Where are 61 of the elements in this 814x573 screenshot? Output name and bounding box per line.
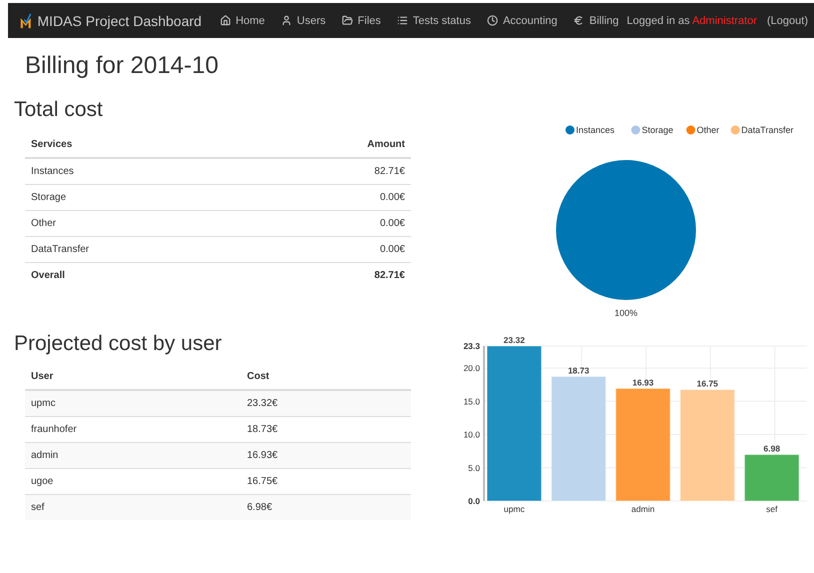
page-title: Billing for 2014-10 bbox=[25, 52, 220, 80]
brand-title[interactable]: MIDAS Project Dashboard bbox=[37, 12, 202, 28]
table-cell: admin bbox=[25, 442, 241, 468]
section-heading: Total cost bbox=[14, 98, 103, 122]
table-cell: 23.32€ bbox=[241, 390, 411, 416]
table-cell: upmc bbox=[25, 390, 241, 416]
legend-dot[interactable] bbox=[730, 126, 740, 134]
x-tick-label: upmc bbox=[504, 504, 525, 514]
user-link[interactable]: Administrator bbox=[692, 14, 758, 26]
nav-link[interactable]: Files bbox=[334, 3, 389, 38]
bar-value-label: 23.32 bbox=[504, 335, 525, 345]
bar-value-label: 16.93 bbox=[632, 377, 654, 388]
y-tick-label: 10.0 bbox=[463, 430, 480, 440]
table-cell: Other bbox=[25, 210, 251, 236]
table-cell: 82.71€ bbox=[250, 262, 411, 288]
y-tick-label: 0.0 bbox=[468, 496, 480, 506]
column-header: Amount bbox=[250, 132, 411, 158]
y-tick-label: 15.0 bbox=[463, 396, 480, 406]
section-heading: Projected cost by user bbox=[14, 332, 222, 356]
bar bbox=[744, 454, 800, 502]
nav-link[interactable]: Users bbox=[272, 3, 334, 38]
legend-dot[interactable] bbox=[566, 126, 574, 134]
legend-dot[interactable] bbox=[686, 126, 696, 134]
column-header: Services bbox=[25, 132, 251, 158]
y-tick-label: 5.0 bbox=[468, 462, 480, 473]
legend-label[interactable]: Other bbox=[696, 125, 720, 135]
bar-value-label: 18.73 bbox=[568, 366, 590, 376]
nav-link[interactable]: Home bbox=[212, 3, 273, 38]
table-cell: Overall bbox=[25, 262, 251, 288]
table-cell: DataTransfer bbox=[25, 236, 251, 262]
legend-label[interactable]: Instances bbox=[576, 125, 615, 135]
bar-value-label: 6.98 bbox=[764, 444, 780, 454]
euro-icon bbox=[573, 15, 584, 26]
y-tick-label: 20.0 bbox=[463, 363, 480, 374]
bar-value-label: 16.75 bbox=[696, 378, 718, 389]
nav-link[interactable]: Tests status bbox=[388, 3, 479, 38]
slice-label: 100% bbox=[614, 308, 638, 318]
y-tick-label: 23.3 bbox=[463, 341, 480, 351]
table-cell: 16.93€ bbox=[241, 442, 411, 468]
table-cell: Instances bbox=[25, 158, 251, 184]
legend-dot[interactable] bbox=[631, 126, 640, 134]
nav-link[interactable]: Billing bbox=[565, 3, 627, 38]
clock-icon bbox=[486, 15, 498, 26]
x-tick-label: admin bbox=[631, 504, 655, 514]
list-icon bbox=[396, 15, 408, 26]
logout-link[interactable]: (Logout) bbox=[767, 14, 808, 26]
nav-link[interactable]: Accounting bbox=[478, 3, 566, 38]
folder-icon bbox=[342, 15, 353, 26]
table-cell: Storage bbox=[25, 184, 251, 210]
legend-label[interactable]: Storage bbox=[642, 125, 674, 135]
legend-label[interactable]: DataTransfer bbox=[741, 125, 794, 135]
home-icon bbox=[220, 15, 231, 26]
table-cell: sef bbox=[25, 494, 241, 520]
login-status: Logged in as Administrator bbox=[626, 14, 758, 26]
user-icon bbox=[280, 15, 292, 26]
table-cell: 0.00€ bbox=[250, 184, 411, 210]
x-tick-label: sef bbox=[766, 504, 778, 514]
table-cell: 6.98€ bbox=[241, 494, 411, 520]
table-cell: 0.00€ bbox=[250, 236, 411, 262]
table-cell: 82.71€ bbox=[250, 158, 411, 184]
table-cell: 0.00€ bbox=[250, 210, 411, 236]
